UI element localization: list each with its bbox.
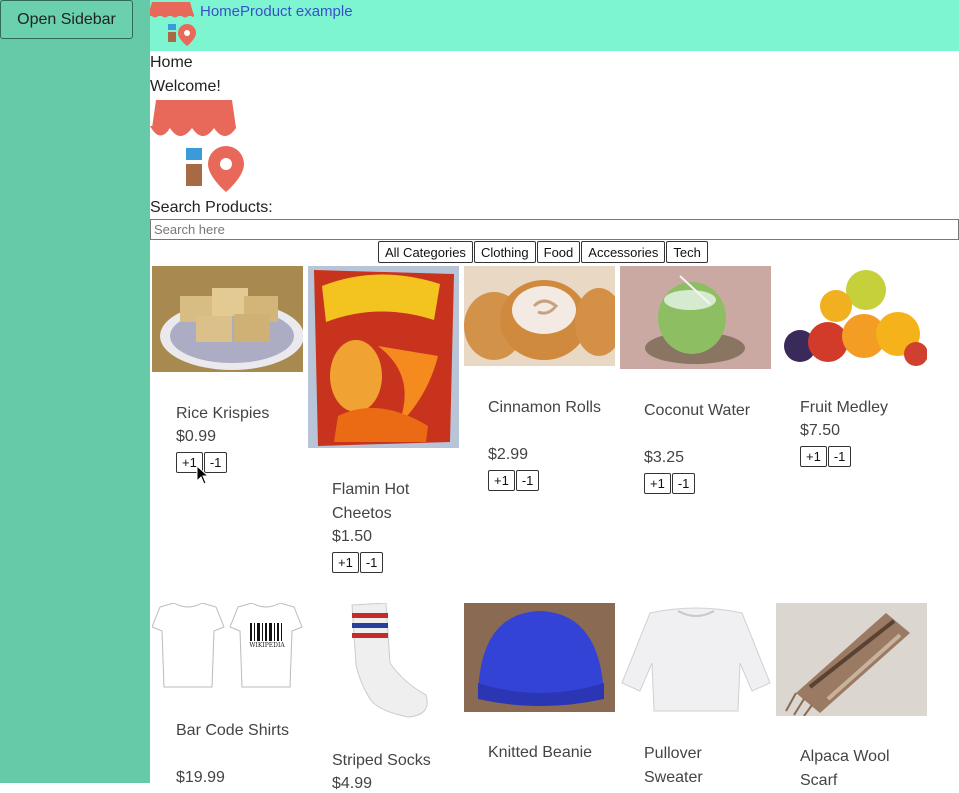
increment-button[interactable]: +1 bbox=[800, 446, 827, 467]
fruit-medley-image bbox=[776, 266, 927, 366]
product-name: Cinnamon Rolls bbox=[488, 399, 601, 416]
product-price: $0.99 bbox=[176, 428, 217, 445]
decrement-button[interactable]: -1 bbox=[671, 473, 696, 494]
cinnamon-roll-image bbox=[464, 266, 615, 366]
increment-button[interactable]: +1 bbox=[332, 552, 359, 573]
product-price: $1.50 bbox=[332, 528, 373, 545]
product-name: Striped Socks bbox=[332, 752, 431, 769]
header-bar: HomeProduct example bbox=[148, 0, 959, 53]
product-price: $7.50 bbox=[800, 422, 841, 439]
product-price: $3.25 bbox=[644, 449, 685, 466]
breadcrumb: Home bbox=[150, 54, 193, 71]
striped-socks-image bbox=[308, 603, 459, 720]
knitted-beanie-image bbox=[464, 603, 615, 712]
store-logo-image bbox=[150, 100, 246, 201]
category-clothing-button[interactable]: Clothing bbox=[473, 241, 536, 263]
product-price: $19.99 bbox=[176, 769, 225, 786]
increment-button[interactable]: +1 bbox=[644, 473, 671, 494]
product-name: Flamin Hot Cheetos bbox=[332, 481, 410, 522]
cheetos-image bbox=[308, 266, 459, 448]
increment-button[interactable]: +1 bbox=[488, 470, 515, 491]
sidebar: Open Sidebar bbox=[0, 0, 150, 783]
product-name: Fruit Medley bbox=[800, 399, 889, 416]
product-price: $2.99 bbox=[488, 446, 529, 463]
coconut-water-image bbox=[620, 266, 771, 369]
decrement-button[interactable]: -1 bbox=[827, 446, 852, 467]
category-accessories-button[interactable]: Accessories bbox=[581, 241, 666, 263]
category-all-button[interactable]: All Categories bbox=[378, 241, 473, 263]
product-price: $4.99 bbox=[332, 775, 373, 792]
decrement-button[interactable]: -1 bbox=[359, 552, 384, 573]
open-sidebar-button[interactable]: Open Sidebar bbox=[0, 0, 133, 39]
decrement-button[interactable]: -1 bbox=[515, 470, 540, 491]
product-name: Bar Code Shirts bbox=[176, 722, 289, 739]
shirt-print-text: WIKIPEDIA bbox=[249, 642, 285, 649]
barcode-shirt-image: WIKIPEDIA bbox=[152, 603, 303, 689]
search-input[interactable] bbox=[150, 219, 959, 240]
search-label: Search Products: bbox=[150, 199, 273, 216]
category-tech-button[interactable]: Tech bbox=[666, 241, 708, 263]
product-name: Knitted Beanie bbox=[488, 744, 593, 761]
pullover-sweater-image bbox=[620, 603, 771, 714]
product-name: Rice Krispies bbox=[176, 405, 270, 422]
alpaca-scarf-image bbox=[776, 603, 927, 716]
rice-krispies-image bbox=[152, 266, 303, 372]
welcome-text: Welcome! bbox=[150, 78, 221, 95]
category-filter-bar: All Categories Clothing Food Accessories… bbox=[378, 241, 709, 263]
store-logo-icon[interactable] bbox=[148, 0, 198, 53]
category-food-button[interactable]: Food bbox=[536, 241, 581, 263]
header-title-link[interactable]: HomeProduct example bbox=[200, 3, 353, 20]
product-name: Alpaca Wool Scarf bbox=[800, 748, 890, 789]
product-name: Coconut Water bbox=[644, 402, 751, 419]
